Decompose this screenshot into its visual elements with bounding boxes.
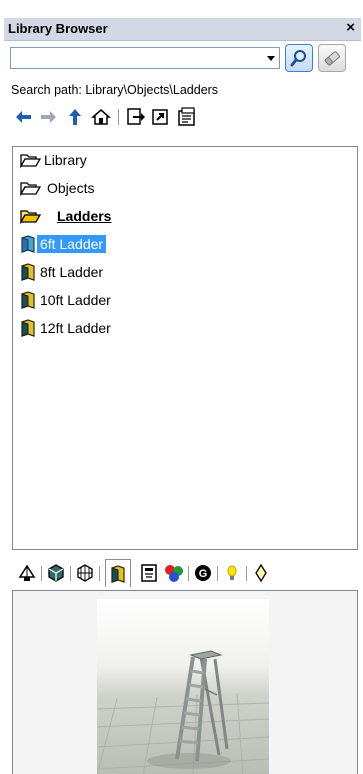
category-tab-strip: G bbox=[12, 559, 358, 590]
search-button[interactable] bbox=[285, 44, 313, 72]
tree-item-label: Ladders bbox=[57, 208, 112, 224]
search-combobox[interactable] bbox=[10, 47, 280, 69]
ladder-preview-image bbox=[97, 650, 269, 774]
trashcan-icon[interactable] bbox=[138, 562, 160, 584]
tree-item-label: 8ft Ladder bbox=[40, 264, 104, 280]
lightbulb-icon[interactable] bbox=[221, 562, 243, 584]
search-path-label: Search path: Library\Objects\Ladders bbox=[11, 83, 219, 97]
tree-item-6ft-ladder[interactable]: 6ft Ladder bbox=[19, 233, 107, 255]
book-icon bbox=[21, 291, 35, 309]
tree-item-label: 6ft Ladder bbox=[37, 235, 107, 253]
forward-arrow-icon[interactable] bbox=[38, 106, 60, 128]
preview-pane bbox=[12, 590, 358, 774]
eraser-icon bbox=[324, 51, 340, 66]
open-folder-icon bbox=[19, 182, 41, 197]
open-folder-icon bbox=[19, 154, 41, 169]
tree-item-objects[interactable]: Objects bbox=[19, 177, 97, 199]
back-arrow-icon[interactable] bbox=[12, 106, 34, 128]
tree-item-label: 12ft Ladder bbox=[40, 320, 111, 336]
tree-item-label: Library bbox=[44, 152, 87, 168]
window-title: Library Browser bbox=[8, 21, 108, 36]
close-button[interactable]: × bbox=[346, 19, 355, 36]
geometry-icon[interactable] bbox=[45, 562, 67, 584]
book-icon bbox=[21, 235, 35, 253]
export-icon[interactable] bbox=[150, 106, 172, 128]
preview-render bbox=[97, 599, 269, 774]
tree-item-library[interactable]: Library bbox=[19, 149, 90, 171]
svg-text:G: G bbox=[199, 568, 208, 580]
properties-icon[interactable] bbox=[176, 106, 198, 128]
book-icon bbox=[21, 263, 35, 281]
tree-item-12ft-ladder[interactable]: 12ft Ladder bbox=[19, 317, 114, 339]
mesh-icon[interactable] bbox=[74, 562, 96, 584]
search-row bbox=[4, 44, 361, 77]
material-g-icon[interactable]: G bbox=[192, 562, 214, 584]
open-folder-yellow-icon bbox=[19, 210, 41, 225]
tree-item-label: Objects bbox=[47, 180, 95, 196]
tree-item-8ft-ladder[interactable]: 8ft Ladder bbox=[19, 261, 106, 283]
book-icon[interactable] bbox=[105, 559, 131, 587]
dropdown-arrow-icon[interactable] bbox=[267, 56, 275, 61]
search-input[interactable] bbox=[11, 48, 267, 68]
materials-icon[interactable] bbox=[163, 562, 185, 584]
library-tree[interactable]: Library Objects Ladders 6ft Ladder 8ft L… bbox=[12, 146, 358, 550]
book-icon bbox=[21, 319, 35, 337]
magnifier-icon bbox=[290, 50, 306, 67]
light-fixture-icon[interactable] bbox=[16, 562, 38, 584]
clear-button[interactable] bbox=[318, 44, 346, 72]
up-arrow-icon[interactable] bbox=[64, 106, 86, 128]
tree-item-label: 10ft Ladder bbox=[40, 292, 111, 308]
library-browser-panel: Library Browser × Search path: Library\O… bbox=[0, 0, 363, 774]
home-icon[interactable] bbox=[90, 106, 112, 128]
title-bar: Library Browser × bbox=[4, 18, 361, 41]
tree-item-ladders[interactable]: Ladders bbox=[19, 205, 114, 227]
import-icon[interactable] bbox=[124, 106, 146, 128]
navigation-toolbar bbox=[12, 106, 352, 132]
diamond-icon[interactable] bbox=[250, 562, 272, 584]
tree-item-10ft-ladder[interactable]: 10ft Ladder bbox=[19, 289, 114, 311]
